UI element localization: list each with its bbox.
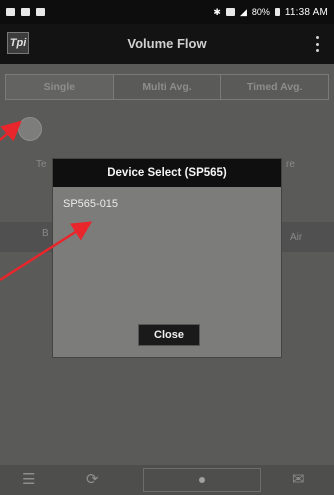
annotation-arrow-upper bbox=[0, 120, 22, 142]
clock: 11:38 AM bbox=[284, 6, 328, 18]
phone-screen: ✱ ◢ 80% 11:38 AM Volume Flow Tpi Single … bbox=[0, 0, 334, 495]
tab-timed-avg[interactable]: Timed Avg. bbox=[221, 75, 328, 99]
device-list: SP565-015 bbox=[57, 193, 277, 343]
status-icons-right: ✱ ◢ 80% 11:38 AM bbox=[213, 7, 328, 18]
mode-tabs: Single Multi Avg. Timed Avg. bbox=[5, 74, 329, 100]
close-button[interactable]: Close bbox=[138, 324, 200, 346]
battery-percent: 80% bbox=[251, 7, 270, 17]
tab-multi-avg[interactable]: Multi Avg. bbox=[114, 75, 222, 99]
app-bar: Volume Flow Tpi bbox=[0, 24, 334, 64]
dot-icon bbox=[199, 477, 205, 483]
device-select-dialog: Device Select (SP565) SP565-015 Close bbox=[53, 159, 281, 357]
notification-icon bbox=[6, 8, 15, 16]
background-band-label-right: Air bbox=[290, 232, 303, 243]
list-icon[interactable]: ☰ bbox=[22, 471, 35, 489]
refresh-icon[interactable]: ⟳ bbox=[86, 471, 99, 489]
image-icon bbox=[21, 8, 30, 16]
background-label-left: Te bbox=[36, 159, 47, 170]
status-icons-left bbox=[6, 8, 45, 16]
signal-icon: ◢ bbox=[239, 6, 247, 17]
bottom-nav: ☰ ⟳ ✉ bbox=[0, 465, 334, 495]
status-bar: ✱ ◢ 80% 11:38 AM bbox=[0, 0, 334, 24]
bluetooth-icon: ✱ bbox=[213, 6, 221, 17]
measure-indicator bbox=[18, 117, 42, 141]
background-label-right: re bbox=[286, 159, 295, 170]
device-item[interactable]: SP565-015 bbox=[57, 193, 277, 215]
background-band-label-left: B bbox=[42, 228, 49, 239]
battery-icon bbox=[274, 8, 280, 16]
app-title: Volume Flow bbox=[127, 36, 207, 51]
home-button[interactable] bbox=[143, 468, 261, 492]
tab-single[interactable]: Single bbox=[6, 75, 114, 99]
dialog-title: Device Select (SP565) bbox=[53, 159, 281, 187]
message-icon bbox=[36, 8, 45, 16]
mail-icon[interactable]: ✉ bbox=[292, 471, 305, 489]
overflow-menu-icon[interactable] bbox=[314, 36, 320, 52]
app-logo: Tpi bbox=[7, 32, 29, 54]
mute-icon bbox=[225, 8, 235, 16]
